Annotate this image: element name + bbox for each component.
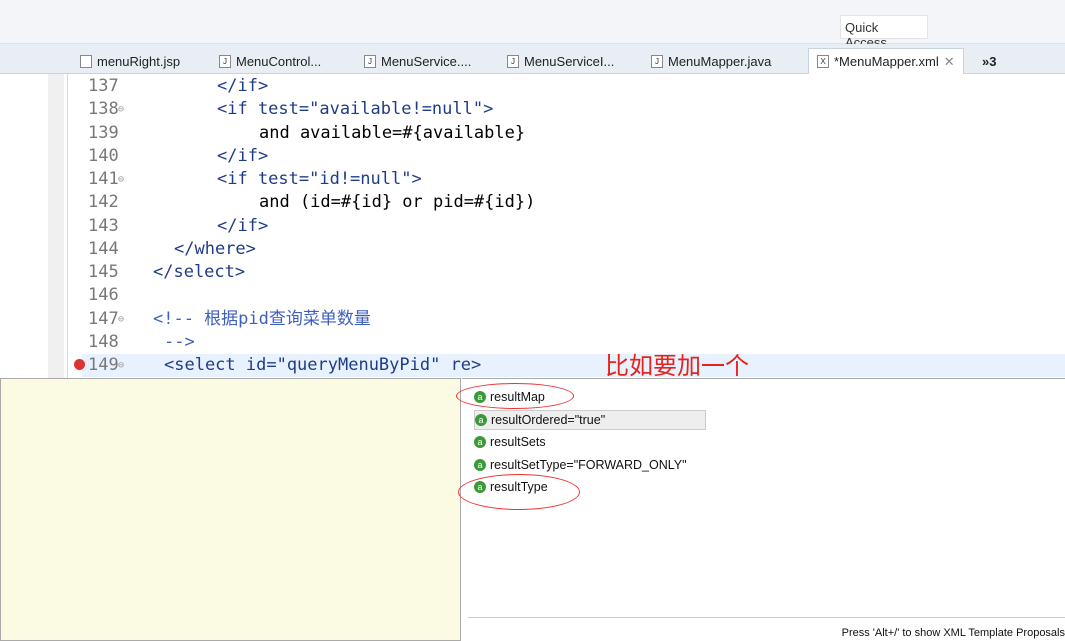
fold-icon[interactable]: ⊖ (118, 98, 124, 121)
tab-label: MenuMapper.java (668, 53, 772, 69)
code-line[interactable]: 137 </if> (82, 75, 1065, 98)
code-text: --> (164, 331, 195, 352)
attribute-icon: a (475, 413, 487, 426)
line-number: 148 (88, 331, 119, 352)
proposal-item[interactable]: a resultSetType="FORWARD_ONLY" (474, 455, 687, 475)
code-line[interactable]: 142 and (id=#{id} or pid=#{id}) (82, 191, 1065, 214)
code-line[interactable]: 141 ⊖ <if test="id!=null"> (82, 168, 1065, 191)
close-icon[interactable]: ✕ (944, 54, 955, 70)
code-text: </where> (174, 238, 256, 259)
tab-label: menuRight.jsp (97, 53, 181, 69)
proposal-label: resultOrdered="true" (491, 412, 606, 427)
code-line[interactable]: 147 ⊖ <!-- 根据pid查询菜单数量 (82, 308, 1065, 331)
code-text: and (id=#{id} or pid=#{id}) (259, 192, 536, 213)
line-number: 142 (88, 192, 119, 213)
java-file-icon: J (219, 54, 231, 68)
annotation-text: 比如要加一个 (605, 352, 749, 380)
content-assist-status: Press 'Alt+/' to show XML Template Propo… (468, 617, 1065, 641)
content-assist-list[interactable]: a resultMap a resultOrdered="true" a resultSe… (462, 378, 1065, 641)
code-text: </if> (217, 215, 269, 236)
editor-tab-bar: menuRight.jsp J MenuControl... J MenuServi… (0, 44, 1065, 74)
tab-label: *MenuMapper.xml (834, 54, 939, 69)
proposal-label: resultSetType="FORWARD_ONLY" (490, 457, 687, 472)
main-toolbar: Quick Access (0, 0, 1065, 50)
code-editor[interactable]: 137 </if> 138 ⊖ <if test="available!=null"> 1… (74, 74, 1065, 378)
quick-access-input[interactable]: Quick Access (840, 15, 928, 50)
line-number: 137 (88, 76, 119, 96)
jsp-file-icon (80, 54, 92, 68)
code-line[interactable]: 144 </where> (82, 238, 1065, 261)
error-icon (74, 359, 85, 370)
code-line[interactable]: 146 (82, 284, 1065, 307)
java-file-icon: J (651, 54, 663, 68)
tab-menucontroller[interactable]: J MenuControl... (219, 48, 321, 74)
code-line[interactable]: 143 </if> (82, 215, 1065, 238)
fold-icon[interactable]: ⊖ (118, 354, 124, 377)
code-text: <if test="available!=null"> (217, 99, 494, 120)
java-file-icon: J (364, 54, 376, 68)
code-text: <!-- 根据pid查询菜单数量 (153, 308, 371, 329)
proposal-label: resultSets (490, 435, 546, 449)
tab-menuservice[interactable]: J MenuService.... (364, 48, 471, 74)
tab-label: MenuServiceI... (524, 53, 615, 69)
attribute-icon: a (474, 458, 486, 471)
line-number: 143 (88, 215, 119, 236)
code-text: </select> (153, 262, 246, 282)
tab-menumapper-java[interactable]: J MenuMapper.java (651, 48, 771, 74)
proposal-item[interactable]: a resultOrdered="true" (474, 409, 706, 430)
tab-overflow-button[interactable]: »3 (982, 48, 996, 74)
java-file-icon: J (507, 54, 519, 68)
line-number: 144 (88, 238, 119, 259)
code-line[interactable]: 139 and available=#{available} (82, 122, 1065, 145)
fold-icon[interactable]: ⊖ (118, 168, 124, 191)
line-number: 146 (88, 285, 119, 306)
tab-label: MenuService.... (381, 53, 472, 69)
code-line[interactable]: 148 --> (82, 331, 1065, 354)
fold-icon[interactable]: ⊖ (118, 308, 124, 331)
code-text: and available=#{available} (259, 122, 526, 143)
code-line[interactable]: 145 </select> (82, 261, 1065, 284)
code-line[interactable]: 140 </if> (82, 145, 1065, 168)
code-line[interactable]: 138 ⊖ <if test="available!=null"> (82, 98, 1065, 121)
code-text: </if> (217, 145, 269, 166)
xml-file-icon: X (817, 55, 829, 68)
code-text: </if> (217, 76, 269, 96)
proposal-info-pane (0, 378, 461, 641)
attribute-icon: a (474, 436, 486, 448)
code-line[interactable]: 149 ⊖ <select id="queryMenuByPid" re> (74, 354, 1065, 377)
red-circle-annotation (458, 474, 580, 510)
code-text: <select id="queryMenuByPid" re> (164, 355, 482, 375)
tab-menumapper-xml[interactable]: X *MenuMapper.xml ✕ (808, 48, 964, 74)
line-number: 145 (88, 262, 119, 282)
scrollbar[interactable] (48, 74, 64, 378)
proposal-item[interactable]: a resultSets (474, 432, 546, 452)
line-number: 140 (88, 145, 119, 166)
tab-menuserviceimpl[interactable]: J MenuServiceI... (507, 48, 614, 74)
tab-label: MenuControl... (236, 53, 322, 69)
line-number: 139 (88, 122, 119, 143)
overview-ruler (72, 74, 82, 378)
code-text: <if test="id!=null"> (217, 169, 422, 189)
tab-menuright-jsp[interactable]: menuRight.jsp (80, 48, 180, 74)
red-circle-annotation (456, 383, 574, 409)
